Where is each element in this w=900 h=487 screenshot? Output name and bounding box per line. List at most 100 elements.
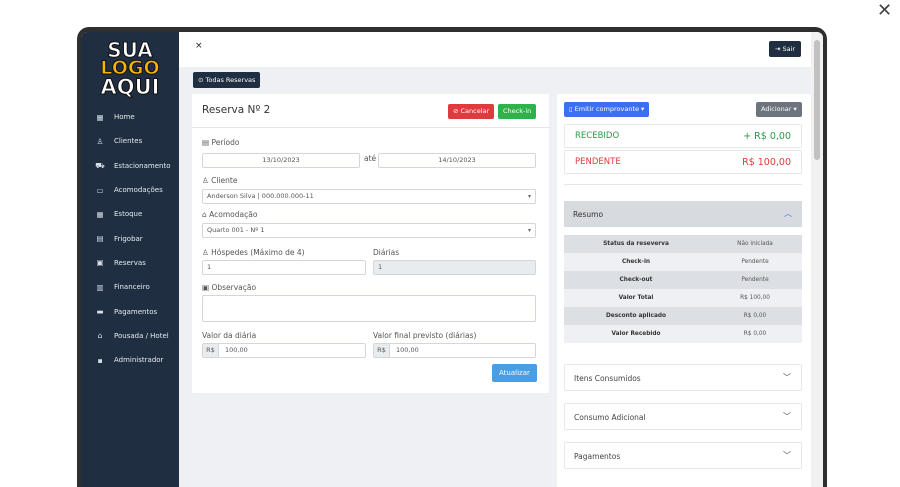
observacao-textarea[interactable] xyxy=(202,295,536,322)
scrollbar-thumb[interactable] xyxy=(814,40,820,160)
car-icon: ⛟ xyxy=(95,160,105,170)
reservation-form-card: Reserva Nº 2 ⊘ Cancelar Check-in ▤ Perío… xyxy=(192,94,549,393)
valor-diaria-field[interactable]: R$ 100,00 xyxy=(202,343,366,358)
app-screen: SUA LOGO AQUI ▦ Home ♙ Clientes ⛟ Estaciona… xyxy=(81,32,823,487)
table-row: Valor Total R$ 100,00 xyxy=(564,289,802,307)
sidebar-item-label: Pousada / Hotel xyxy=(114,331,169,340)
accordion-consumed-items[interactable]: Itens Consumidos ﹀ xyxy=(564,364,802,391)
valor-diaria-value: 100,00 xyxy=(225,346,248,354)
sidebar-item-frigobar[interactable]: ▤ Frigobar xyxy=(81,226,179,250)
close-icon[interactable]: × xyxy=(195,41,203,51)
update-button[interactable]: Atualizar xyxy=(492,364,537,382)
accordion-label: Itens Consumidos xyxy=(574,374,641,383)
accordion-payments[interactable]: Pagamentos ﹀ xyxy=(564,442,802,469)
wallet-icon: ▬ xyxy=(96,307,104,317)
pending-value: R$ 100,00 xyxy=(742,157,791,168)
calendar-icon: ▣ xyxy=(96,258,104,268)
checkin-button[interactable]: Check-in xyxy=(498,104,537,119)
currency-prefix: R$ xyxy=(203,344,219,357)
scrollbar[interactable] xyxy=(811,32,823,487)
chevron-down-icon: ﹀ xyxy=(783,451,791,460)
summary-value: R$ 0,00 xyxy=(743,331,767,337)
add-dropdown-button[interactable]: Adicionar ▾ xyxy=(756,102,802,117)
periodo-label: ▤ Período xyxy=(202,138,240,147)
chevron-down-icon: ▾ xyxy=(527,193,531,200)
all-reservations-button[interactable]: ⊙ Todas Reservas xyxy=(193,72,261,88)
sidebar-item-reservas[interactable]: ▣ Reservas xyxy=(81,251,179,275)
summary-key: Desconto aplicado xyxy=(605,313,667,319)
bed-icon: ▭ xyxy=(96,185,104,195)
sidebar-nav: ▦ Home ♙ Clientes ⛟ Estacionamento ▭ Acomoda… xyxy=(81,105,179,372)
divider xyxy=(192,127,549,128)
sidebar-item-financeiro[interactable]: ▥ Financeiro xyxy=(81,275,179,299)
hospedes-field[interactable]: 1 xyxy=(202,260,366,275)
accordion-label: Consumo Adicional xyxy=(574,413,646,422)
sidebar-item-home[interactable]: ▦ Home xyxy=(81,105,179,129)
summary-value: Pendente xyxy=(741,259,769,265)
chevron-down-icon: ﹀ xyxy=(783,373,791,382)
summary-value: R$ 0,00 xyxy=(743,313,767,319)
page-title: Reserva Nº 2 xyxy=(202,104,271,116)
grid-icon: ▦ xyxy=(96,209,104,219)
acomodacao-label: ⌂ Acomodação xyxy=(202,210,258,219)
summary-key: Valor Total xyxy=(618,295,654,301)
acomodacao-select[interactable]: Quarto 001 - Nº 1 ▾ xyxy=(202,223,536,238)
sidebar-item-label: Frigobar xyxy=(114,234,143,243)
summary-value: Não iniciada xyxy=(737,241,773,247)
summary-accordion-header[interactable]: Resumo ︿ xyxy=(564,201,802,227)
summary-key: Check-in xyxy=(621,259,651,265)
document-icon: ▥ xyxy=(96,282,104,292)
laptop-frame: SUA LOGO AQUI ▦ Home ♙ Clientes ⛟ Estaciona… xyxy=(77,27,827,487)
cliente-select[interactable]: Anderson Silva | 000.000.000-11 ▾ xyxy=(202,189,536,204)
divider xyxy=(564,184,802,185)
cancel-button[interactable]: ⊘ Cancelar xyxy=(448,104,495,119)
summary-title: Resumo xyxy=(573,210,604,219)
table-row: Check-in Pendente xyxy=(564,253,802,271)
sidebar-item-pousada-hotel[interactable]: ⌂ Pousada / Hotel xyxy=(81,324,179,348)
cliente-value: Anderson Silva | 000.000.000-11 xyxy=(207,192,314,200)
emit-receipt-button[interactable]: ▯ Emitir comprovante ▾ xyxy=(564,102,650,117)
sidebar-item-pagamentos[interactable]: ▬ Pagamentos xyxy=(81,299,179,323)
sidebar-item-label: Estoque xyxy=(114,210,143,219)
ate-label: até xyxy=(364,154,377,163)
chevron-down-icon: ﹀ xyxy=(783,412,791,421)
fridge-icon: ▤ xyxy=(96,234,104,244)
sidebar-item-label: Acomodações xyxy=(114,186,163,195)
sidebar-item-clientes[interactable]: ♙ Clientes xyxy=(81,129,179,153)
summary-key: Valor Recebido xyxy=(611,331,661,337)
currency-prefix: R$ xyxy=(374,344,390,357)
end-date-field[interactable]: 14/10/2023 xyxy=(378,153,536,168)
logo: SUA LOGO AQUI xyxy=(95,40,165,102)
table-row: Status da reseverva Não iniciada xyxy=(564,235,802,253)
accordion-additional-consumption[interactable]: Consumo Adicional ﹀ xyxy=(564,403,802,430)
sidebar-item-label: Pagamentos xyxy=(114,307,158,316)
sidebar-item-acomodacoes[interactable]: ▭ Acomodações xyxy=(81,178,179,202)
valor-final-label: Valor final previsto (diárias) xyxy=(373,331,477,340)
summary-value: R$ 100,00 xyxy=(740,295,770,301)
pending-row: PENDENTE R$ 100,00 xyxy=(564,150,802,174)
sidebar-item-estoque[interactable]: ▦ Estoque xyxy=(81,202,179,226)
start-date-field[interactable]: 13/10/2023 xyxy=(202,153,360,168)
accordion-label: Pagamentos xyxy=(574,452,621,461)
table-row: Desconto aplicado R$ 0,00 xyxy=(564,307,802,325)
summary-key: Check-out xyxy=(619,277,653,283)
sidebar-item-label: Home xyxy=(114,113,135,122)
topbar: × ⇥ Sair xyxy=(179,32,811,67)
table-row: Valor Recebido R$ 0,00 xyxy=(564,325,802,343)
close-icon[interactable]: ✕ xyxy=(877,0,892,21)
sidebar-item-label: Clientes xyxy=(114,137,143,146)
sidebar-item-label: Financeiro xyxy=(114,283,150,292)
pending-label: PENDENTE xyxy=(575,157,621,167)
logout-button[interactable]: ⇥ Sair xyxy=(769,41,802,57)
user-icon: ♙ xyxy=(96,136,104,146)
received-row: RECEBIDO + R$ 0,00 xyxy=(564,124,802,148)
chevron-up-icon: ︿ xyxy=(784,209,792,218)
chevron-down-icon: ▾ xyxy=(527,227,531,234)
financial-summary-card: ▯ Emitir comprovante ▾ Adicionar ▾ RECEB… xyxy=(557,94,811,487)
observacao-label: ▣ Observação xyxy=(202,283,257,292)
valor-final-field[interactable]: R$ 100,00 xyxy=(373,343,536,358)
summary-table: Status da reseverva Não iniciada Check-in… xyxy=(564,235,802,343)
diarias-label: Diárias xyxy=(373,248,400,257)
sidebar-item-administrador[interactable]: ▪ Administrador xyxy=(81,348,179,372)
sidebar-item-estacionamento[interactable]: ⛟ Estacionamento xyxy=(81,154,179,178)
